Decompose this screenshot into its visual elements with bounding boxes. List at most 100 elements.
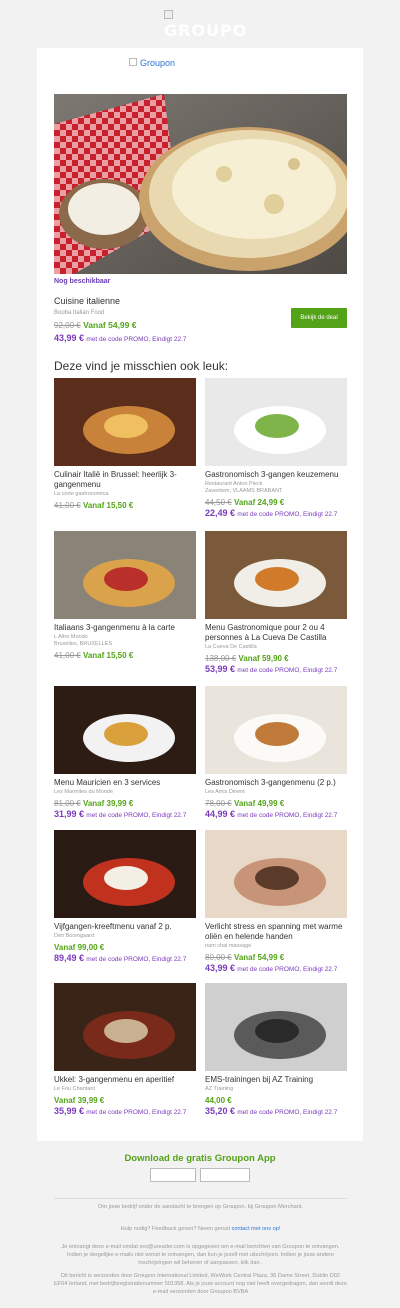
deal-tile-promo: 31,99 € met de code PROMO, Eindigt 22.7 [54,809,196,819]
featured-deal-title[interactable]: Cuisine italienne [54,296,120,306]
current-price: Vanaf 24,99 € [233,498,285,507]
deal-tile-image[interactable] [205,983,347,1071]
deal-tile-merchant: AZ Training [205,1086,234,1092]
deal-tile-promo: 35,20 € met de code PROMO, Eindigt 22.7 [205,1106,347,1116]
deal-tile-price: Vanaf 99,00 € [54,943,196,952]
deal-tile-title[interactable]: Culinair Italië in Brussel: heerlijk 3-g… [54,470,196,490]
deal-tile[interactable]: Gastronomisch 3-gangenmenu (2 p.) Les Ami… [205,686,347,819]
deal-tile-price: 44,50 € Vanaf 24,99 € [205,498,347,507]
deal-tile-title[interactable]: Menu Gastronomique pour 2 ou 4 personnes… [205,623,347,643]
deal-tile[interactable]: EMS-trainingen bij AZ Training AZ Trainin… [205,983,347,1116]
promo-price: 31,99 € [54,809,85,819]
subscription-text: Je ontvangt deze e-mail omdat xxx@ureade… [61,1244,340,1266]
deal-tile-price: 80,00 € Vanaf 54,99 € [205,953,347,962]
featured-deal-image[interactable] [54,94,347,274]
deal-tile-promo: 44,99 € met de code PROMO, Eindigt 22.7 [205,809,347,819]
groupon-logo-text: GROUPO [164,21,248,40]
deal-tile-title[interactable]: Ukkel: 3-gangenmenu en aperitief [54,1075,196,1085]
deal-tile[interactable]: Menu Gastronomique pour 2 ou 4 personnes… [205,531,347,674]
deal-tile-promo: 22,49 € met de code PROMO, Eindigt 22.7 [205,508,347,518]
deal-photo [205,686,347,774]
deal-tile[interactable]: Ukkel: 3-gangenmenu en aperitief Le Fou C… [54,983,196,1116]
deal-tile-promo: 53,99 € met de code PROMO, Eindigt 22.7 [205,664,347,674]
promo-price: 44,99 € [205,809,236,819]
deal-tile-merchant: La Cueva De Castilla [205,644,257,650]
current-price: Vanaf 99,00 € [54,943,105,952]
deal-tile-image[interactable] [205,686,347,774]
card-logo-alt: Groupon [140,58,176,68]
featured-price-line: 92,00 € Vanaf 54,99 € [54,320,136,330]
old-price: 44,50 € [205,498,232,507]
deal-tile-price: 41,00 € Vanaf 15,50 € [54,651,196,660]
deal-tile-title[interactable]: Menu Mauricien en 3 services [54,778,196,788]
deal-tile[interactable]: Vijfgangen-kreeftmenu vanaf 2 p. Den Boom… [54,830,196,963]
deal-tile-image[interactable] [54,830,196,918]
deal-tile-image[interactable] [54,686,196,774]
promo-text: met de code PROMO, Eindigt 22.7 [86,336,187,343]
current-price: 44,00 € [205,1096,232,1105]
deal-tile-merchant: L Altro Mondo Bruxelles, BRUXELLES [54,634,113,647]
current-price: Vanaf 15,50 € [82,501,134,510]
promo-price: 89,49 € [54,953,85,963]
deal-photo [54,983,196,1071]
deal-tile-image[interactable] [205,531,347,619]
app-download-title[interactable]: Download de gratis Groupon App [0,1153,400,1164]
footer-divider [54,1198,347,1199]
promo-text: met de code PROMO, Eindigt 22.7 [237,511,338,518]
deal-tile-title[interactable]: Vijfgangen-kreeftmenu vanaf 2 p. [54,922,196,932]
deal-tile-title[interactable]: Gastronomisch 3-gangen keuzemenu [205,470,347,480]
deal-tile-title[interactable]: Gastronomisch 3-gangenmenu (2 p.) [205,778,347,788]
current-price: Vanaf 39,99 € [54,1096,105,1105]
contact-link[interactable]: contact met ons op! [232,1226,281,1232]
current-price: Vanaf 54,99 € [83,320,137,330]
deal-photo [205,983,347,1071]
deal-tile[interactable]: Gastronomisch 3-gangen keuzemenu Restaura… [205,378,347,518]
promo-text: met de code PROMO, Eindigt 22.7 [237,966,338,973]
deal-tile-price: 44,00 € [205,1096,347,1105]
deal-tile-image[interactable] [54,378,196,466]
promo-text: met de code PROMO, Eindigt 22.7 [86,956,187,963]
promo-text: met de code PROMO, Eindigt 22.7 [237,812,338,819]
deal-tile-image[interactable] [54,983,196,1071]
old-price: 41,00 € [54,651,81,660]
promo-price: 43,99 € [54,333,85,343]
deal-tile[interactable]: Culinair Italië in Brussel: heerlijk 3-g… [54,378,196,510]
deal-tile[interactable]: Italiaans 3-gangenmenu à la carte L Altro… [54,531,196,660]
deal-photo [54,830,196,918]
old-price: 92,00 € [54,321,81,330]
deal-tile[interactable]: Verlicht stress en spanning met warme ol… [205,830,347,973]
deal-tile-image[interactable] [54,531,196,619]
deal-tile-merchant: Restaurant Anton Pieck Zaventem, VLAAMS B… [205,481,283,494]
help-line: Hulp nodig? Feedback geven? Neem gerust … [54,1225,347,1233]
app-store-button[interactable] [150,1168,196,1182]
deal-tile-title[interactable]: Italiaans 3-gangenmenu à la carte [54,623,196,633]
help-prefix: Hulp nodig? Feedback geven? Neem gerust [120,1226,231,1232]
promo-price: 22,49 € [205,508,236,518]
promo-text: met de code PROMO, Eindigt 22.7 [86,812,187,819]
deal-photo [205,378,347,466]
deal-tile-image[interactable] [205,830,347,918]
deal-tile-price: Vanaf 39,99 € [54,1096,196,1105]
deal-photo [54,531,196,619]
deal-tile-price: 78,00 € Vanaf 49,99 € [205,799,347,808]
google-play-button[interactable] [200,1168,250,1182]
card-logo[interactable]: Groupon [129,58,175,68]
current-price: Vanaf 59,90 € [238,654,289,663]
current-price: Vanaf 15,50 € [82,651,134,660]
deal-tile-title[interactable]: Verlicht stress en spanning met warme ol… [205,922,347,942]
view-deal-button[interactable]: Bekijk de deal [291,308,347,328]
deal-tile-title[interactable]: EMS-trainingen bij AZ Training [205,1075,347,1085]
deal-photo [54,686,196,774]
deal-photo [205,531,347,619]
promo-text: met de code PROMO, Eindigt 22.7 [237,667,338,674]
deal-tile[interactable]: Menu Mauricien en 3 services Les Marmites… [54,686,196,819]
current-price: Vanaf 49,99 € [233,799,285,808]
company-text: Dit bericht is verzonden door Groupon In… [54,1273,347,1295]
recommendations-heading: Deze vind je misschien ook leuk: [54,359,229,373]
deal-tile-image[interactable] [205,378,347,466]
promo-price: 43,99 € [205,963,236,973]
promo-text: met de code PROMO, Eindigt 22.7 [86,1109,187,1116]
deal-tile-price: 41,00 € Vanaf 15,50 € [54,501,196,510]
deal-tile-merchant: nam chai massage [205,943,252,949]
groupon-top-logo[interactable]: GROUPO [164,10,248,40]
